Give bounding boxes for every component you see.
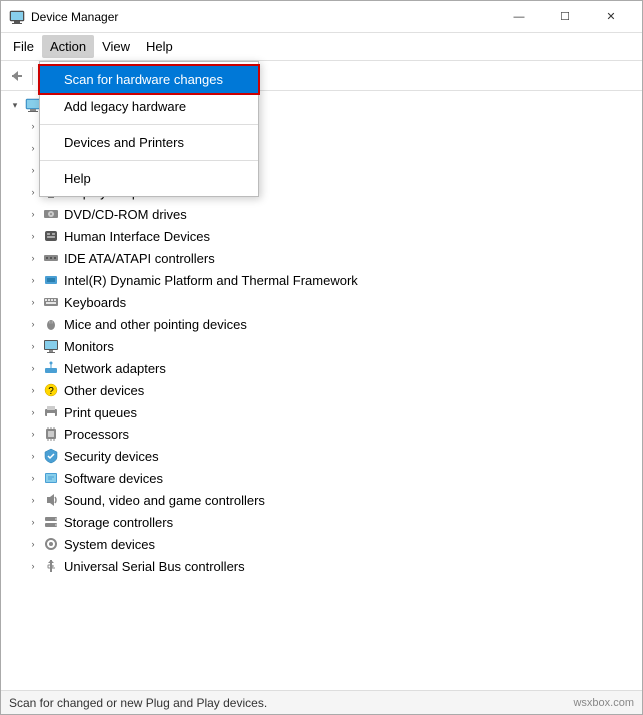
software-icon — [43, 470, 59, 486]
intel-label: Intel(R) Dynamic Platform and Thermal Fr… — [64, 273, 358, 288]
chevron-icon: › — [25, 536, 41, 552]
chevron-icon: › — [25, 250, 41, 266]
menu-separator-2 — [40, 160, 258, 161]
storage-icon — [43, 514, 59, 530]
ide-label: IDE ATA/ATAPI controllers — [64, 251, 215, 266]
menu-action[interactable]: Action — [42, 35, 94, 58]
back-icon — [10, 69, 24, 83]
action-scan[interactable]: Scan for hardware changes — [40, 66, 258, 93]
dvd-icon — [43, 206, 59, 222]
tree-item-security[interactable]: › Security devices — [1, 445, 642, 467]
chevron-icon: › — [25, 272, 41, 288]
status-branding: wsxbox.com — [573, 697, 634, 709]
menu-bar: File Action View Help Scan for hardware … — [1, 33, 642, 61]
chevron-icon: › — [25, 404, 41, 420]
chevron-icon: › — [25, 558, 41, 574]
system-label: System devices — [64, 537, 155, 552]
hid-label: Human Interface Devices — [64, 229, 210, 244]
tree-item-usb[interactable]: › Universal Serial Bus controllers — [1, 555, 642, 577]
back-button[interactable] — [5, 64, 29, 88]
tree-item-other[interactable]: ›? Other devices — [1, 379, 642, 401]
tree-item-print[interactable]: › Print queues — [1, 401, 642, 423]
maximize-button[interactable]: ☐ — [542, 1, 588, 33]
tree-item-ide[interactable]: › IDE ATA/ATAPI controllers — [1, 247, 642, 269]
usb-icon — [43, 558, 59, 574]
action-legacy[interactable]: Add legacy hardware — [40, 93, 258, 120]
network-icon — [43, 360, 59, 376]
tree-item-hid[interactable]: › Human Interface Devices — [1, 225, 642, 247]
chevron-icon: › — [25, 338, 41, 354]
action-dropdown: Scan for hardware changes Add legacy har… — [39, 61, 259, 197]
chevron-icon: › — [25, 470, 41, 486]
security-icon — [43, 448, 59, 464]
chevron-icon: › — [25, 514, 41, 530]
processors-icon — [43, 426, 59, 442]
tree-item-mice[interactable]: › Mice and other pointing devices — [1, 313, 642, 335]
window-title: Device Manager — [31, 10, 496, 24]
mice-icon — [43, 316, 59, 332]
minimize-button[interactable]: — — [496, 1, 542, 33]
monitors-label: Monitors — [64, 339, 114, 354]
chevron-icon: › — [25, 382, 41, 398]
ide-icon — [43, 250, 59, 266]
action-devices-printers[interactable]: Devices and Printers — [40, 129, 258, 156]
title-bar: Device Manager — ☐ ✕ — [1, 1, 642, 33]
tree-item-keyboards[interactable]: › Keyboards — [1, 291, 642, 313]
security-label: Security devices — [64, 449, 159, 464]
monitors-icon — [43, 338, 59, 354]
menu-help[interactable]: Help — [138, 35, 181, 58]
sound-label: Sound, video and game controllers — [64, 493, 265, 508]
tree-item-monitors[interactable]: › Monitors — [1, 335, 642, 357]
menu-file[interactable]: File — [5, 35, 42, 58]
system-icon — [43, 536, 59, 552]
chevron-icon: › — [25, 316, 41, 332]
processors-label: Processors — [64, 427, 129, 442]
print-icon — [43, 404, 59, 420]
tree-item-software[interactable]: › Software devices — [1, 467, 642, 489]
tree-item-sound[interactable]: › Sound, video and game controllers — [1, 489, 642, 511]
chevron-icon: › — [25, 360, 41, 376]
device-manager-window: Device Manager — ☐ ✕ File Action View He… — [0, 0, 643, 715]
svg-text:?: ? — [48, 386, 54, 397]
tree-item-network[interactable]: › Network adapters — [1, 357, 642, 379]
sound-icon — [43, 492, 59, 508]
close-button[interactable]: ✕ — [588, 1, 634, 33]
tree-item-system[interactable]: › System devices — [1, 533, 642, 555]
network-label: Network adapters — [64, 361, 166, 376]
app-icon — [9, 9, 25, 25]
storage-label: Storage controllers — [64, 515, 173, 530]
tree-item-storage[interactable]: › Storage controllers — [1, 511, 642, 533]
toolbar-separator — [32, 67, 33, 85]
tree-item-intel[interactable]: › Intel(R) Dynamic Platform and Thermal F… — [1, 269, 642, 291]
chevron-icon: › — [25, 492, 41, 508]
dvd-label: DVD/CD-ROM drives — [64, 207, 187, 222]
status-text: Scan for changed or new Plug and Play de… — [9, 696, 267, 710]
chevron-icon: › — [25, 228, 41, 244]
action-help[interactable]: Help — [40, 165, 258, 192]
other-label: Other devices — [64, 383, 144, 398]
intel-icon — [43, 272, 59, 288]
hid-icon — [43, 228, 59, 244]
other-icon: ? — [43, 382, 59, 398]
usb-label: Universal Serial Bus controllers — [64, 559, 245, 574]
window-controls: — ☐ ✕ — [496, 1, 634, 33]
status-bar: Scan for changed or new Plug and Play de… — [1, 690, 642, 714]
root-chevron: ▾ — [7, 97, 23, 113]
menu-separator — [40, 124, 258, 125]
keyboards-icon — [43, 294, 59, 310]
chevron-icon: › — [25, 426, 41, 442]
tree-item-processors[interactable]: › Processors — [1, 423, 642, 445]
chevron-icon: › — [25, 206, 41, 222]
chevron-icon: › — [25, 448, 41, 464]
tree-item-dvd[interactable]: › DVD/CD-ROM drives — [1, 203, 642, 225]
keyboards-label: Keyboards — [64, 295, 126, 310]
mice-label: Mice and other pointing devices — [64, 317, 247, 332]
chevron-icon: › — [25, 294, 41, 310]
software-label: Software devices — [64, 471, 163, 486]
menu-view[interactable]: View — [94, 35, 138, 58]
print-label: Print queues — [64, 405, 137, 420]
